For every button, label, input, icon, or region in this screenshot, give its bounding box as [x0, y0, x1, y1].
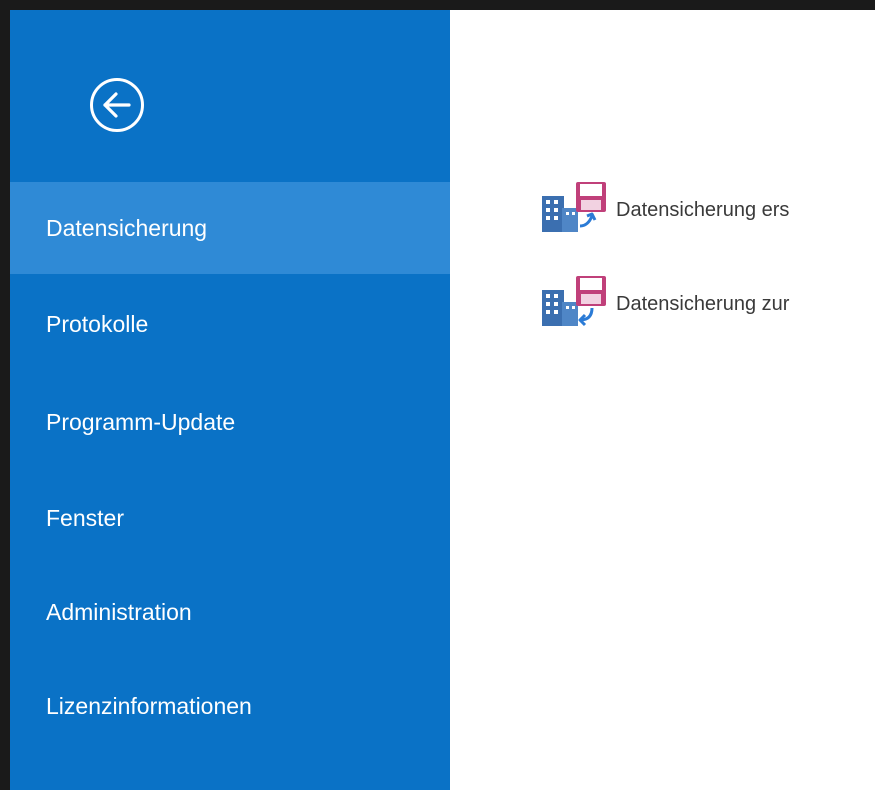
sidebar-item-label: Lizenzinformationen	[46, 692, 252, 719]
backup-restore-icon	[540, 276, 620, 332]
sidebar-item-datensicherung[interactable]: Datensicherung	[10, 182, 450, 274]
restore-backup-label: Datensicherung zur	[616, 292, 790, 315]
sidebar-item-fenster[interactable]: Fenster	[10, 472, 450, 564]
back-arrow-icon	[103, 92, 131, 118]
sidebar-item-administration[interactable]: Administration	[10, 566, 450, 658]
backup-create-icon	[540, 182, 620, 238]
back-button[interactable]	[90, 78, 144, 132]
backstage-sidebar: Datensicherung Protokolle Programm-Updat…	[10, 10, 450, 790]
sidebar-item-label: Programm-Update	[46, 408, 236, 435]
create-backup-label: Datensicherung ers	[616, 198, 790, 221]
sidebar-item-lizenzinformationen[interactable]: Lizenzinformationen	[10, 660, 450, 752]
sidebar-item-label: Fenster	[46, 504, 124, 531]
create-backup-action[interactable]: Datensicherung ers	[540, 182, 789, 238]
sidebar-item-label: Administration	[46, 598, 192, 625]
sidebar-item-label: Datensicherung	[46, 214, 208, 241]
sidebar-item-protokolle[interactable]: Protokolle	[10, 278, 450, 370]
content-pane: Datensicherung ers Datensicherung zur	[450, 10, 875, 790]
sidebar-item-programm-update[interactable]: Programm-Update	[10, 376, 450, 468]
sidebar-item-label: Protokolle	[46, 310, 149, 337]
restore-backup-action[interactable]: Datensicherung zur	[540, 276, 789, 332]
